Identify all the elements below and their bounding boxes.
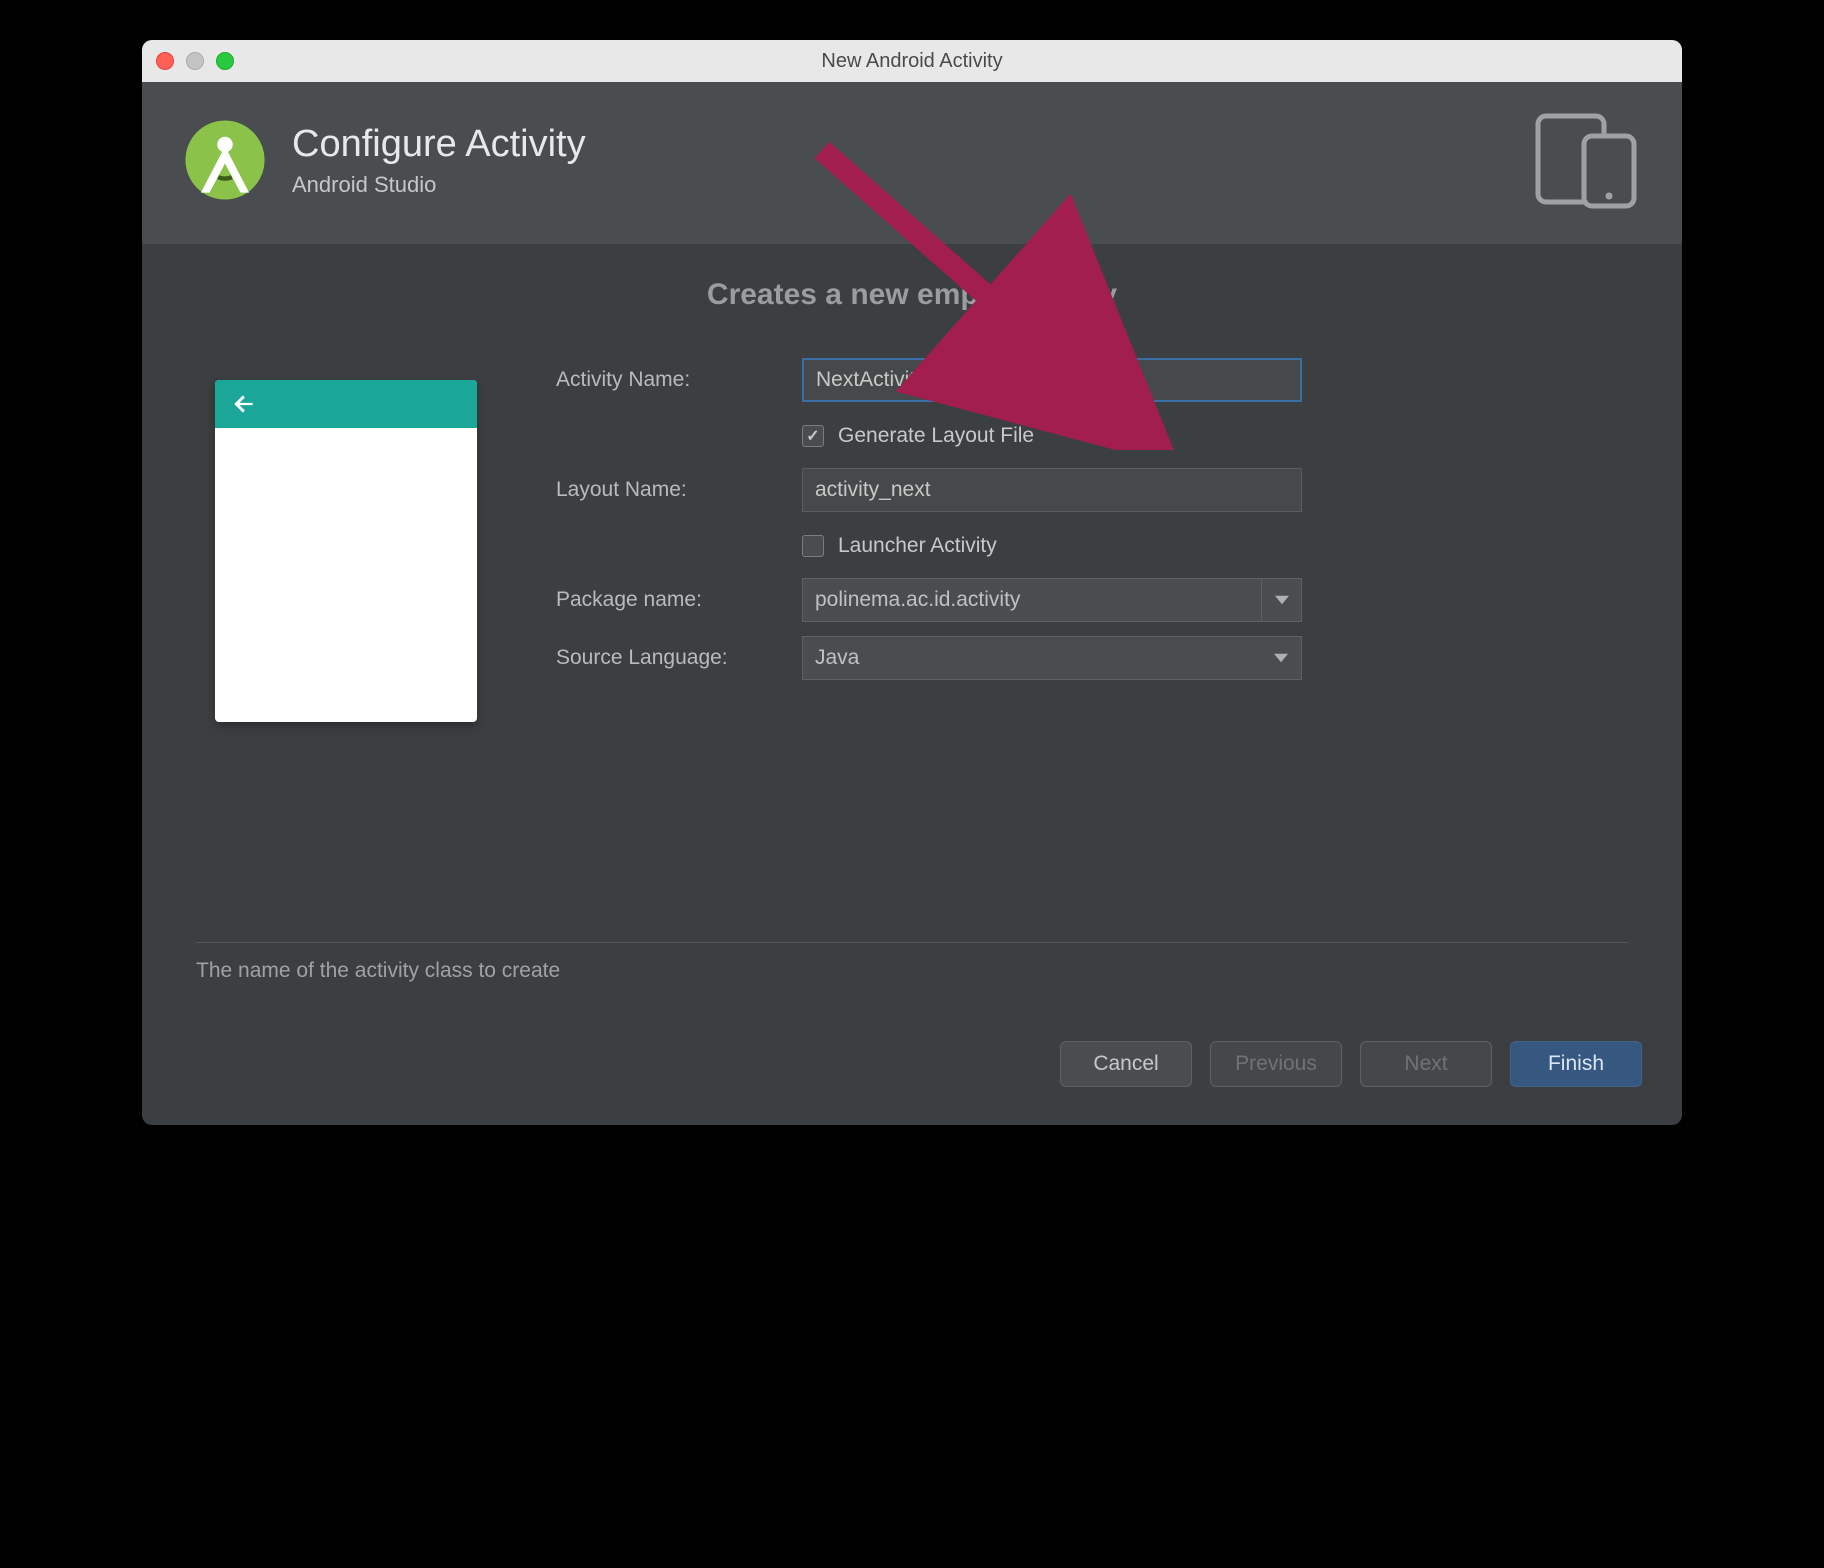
package-name-value: polinema.ac.id.activity — [815, 588, 1020, 612]
next-button[interactable]: Next — [1360, 1041, 1492, 1087]
window-title: New Android Activity — [142, 50, 1682, 73]
source-language-value: Java — [815, 646, 859, 670]
activity-name-label: Activity Name: — [556, 368, 802, 392]
launcher-activity-checkbox[interactable] — [802, 535, 824, 557]
devices-icon — [1532, 110, 1642, 210]
phone-preview — [215, 380, 477, 722]
dialog-footer: Cancel Previous Next Finish — [142, 1011, 1682, 1125]
activity-name-input[interactable] — [802, 358, 1302, 402]
titlebar: New Android Activity — [142, 40, 1682, 82]
dialog-body: Creates a new empty activity Activity Na… — [142, 244, 1682, 1011]
launcher-activity-label: Launcher Activity — [838, 534, 997, 558]
divider — [196, 942, 1628, 943]
back-arrow-icon — [231, 391, 257, 417]
dialog-window: New Android Activity Configure Activity … — [142, 40, 1682, 1125]
hint-text: The name of the activity class to create — [196, 959, 1628, 983]
android-studio-logo-icon — [182, 117, 268, 203]
package-name-label: Package name: — [556, 588, 802, 612]
layout-name-input[interactable] — [802, 468, 1302, 512]
activity-preview — [196, 358, 496, 722]
phone-toolbar — [215, 380, 477, 428]
source-language-label: Source Language: — [556, 646, 802, 670]
source-language-combobox[interactable]: Java — [802, 636, 1302, 680]
package-name-combobox[interactable]: polinema.ac.id.activity — [802, 578, 1302, 622]
chevron-down-icon — [1275, 593, 1289, 607]
layout-name-label: Layout Name: — [556, 478, 802, 502]
finish-button[interactable]: Finish — [1510, 1041, 1642, 1087]
dialog-header: Configure Activity Android Studio — [142, 82, 1682, 244]
dialog-title: Configure Activity — [292, 123, 586, 166]
generate-layout-label: Generate Layout File — [838, 424, 1034, 448]
form: Activity Name: Generate Layout File — [556, 358, 1628, 722]
dialog-subtitle: Android Studio — [292, 172, 586, 198]
chevron-down-icon — [1274, 651, 1288, 665]
generate-layout-checkbox[interactable] — [802, 425, 824, 447]
section-heading: Creates a new empty activity — [196, 278, 1628, 312]
previous-button[interactable]: Previous — [1210, 1041, 1342, 1087]
cancel-button[interactable]: Cancel — [1060, 1041, 1192, 1087]
